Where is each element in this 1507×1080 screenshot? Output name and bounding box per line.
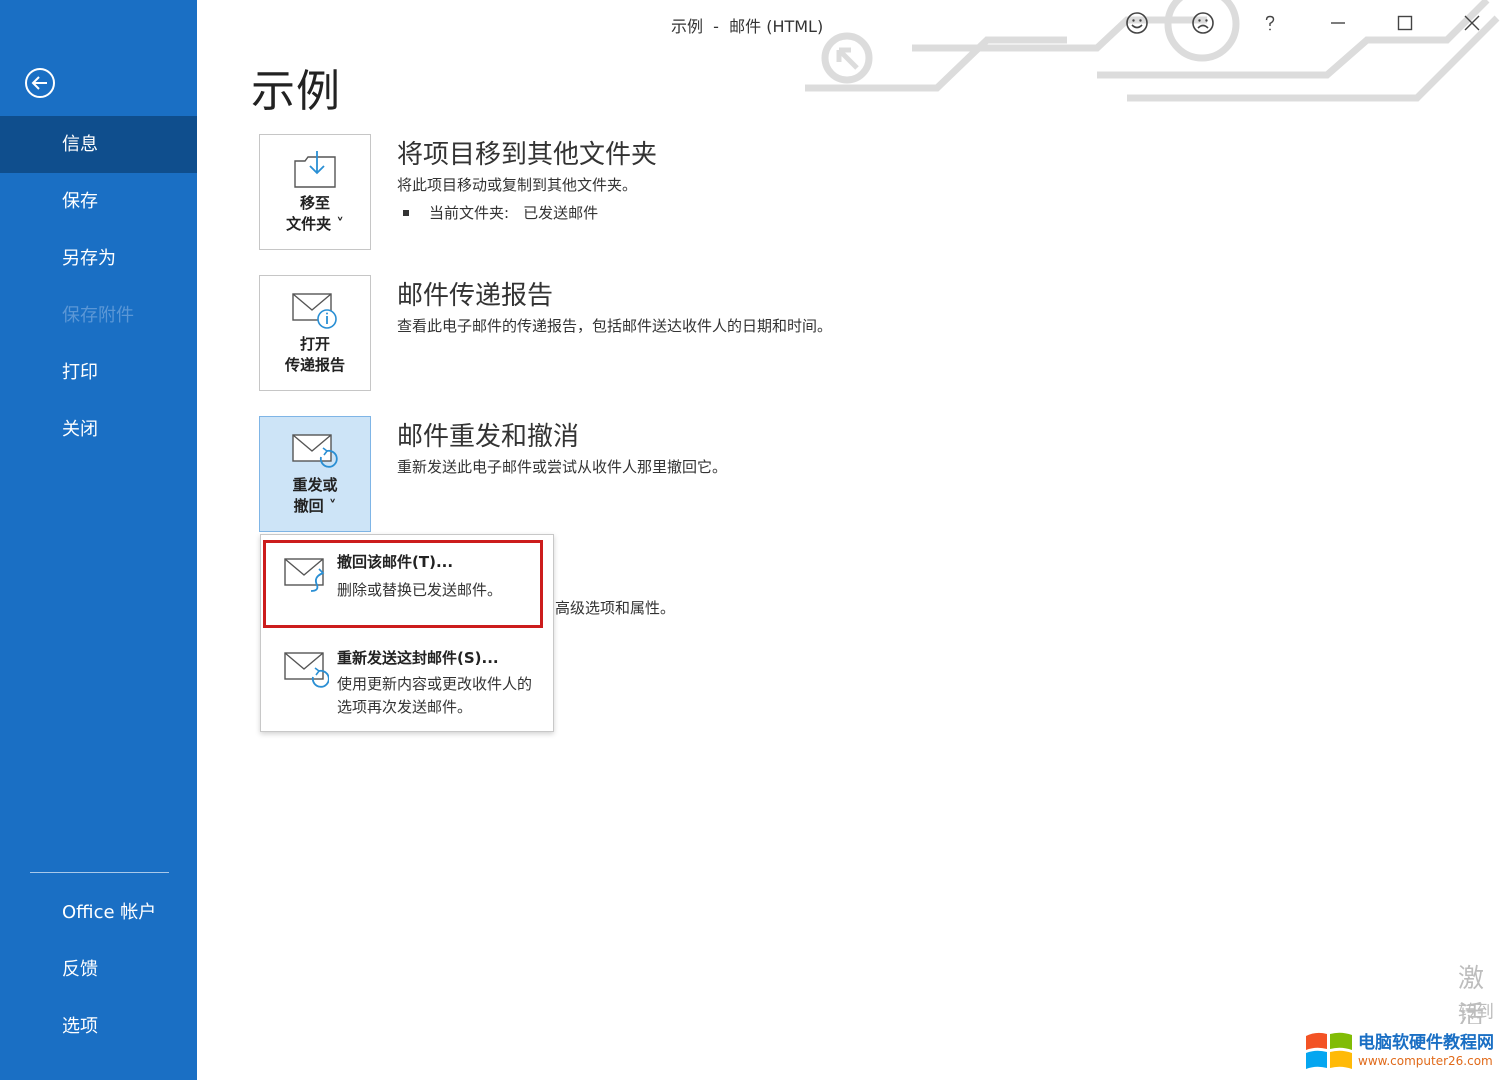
sidebar-item-save-as[interactable]: 另存为 [0,230,197,287]
current-folder-info: 当前文件夹: 已发送邮件 [403,202,598,223]
properties-desc-fragment: 高级选项和属性。 [555,599,676,617]
mail-resend-icon [292,434,338,468]
sidebar-item-info[interactable]: 信息 [0,116,197,173]
smile-icon[interactable] [1121,8,1153,38]
mail-resend-menu-icon [284,652,329,688]
current-folder-value: 已发送邮件 [523,204,599,222]
resend-section-title: 邮件重发和撤消 [397,422,580,452]
windows-logo-icon [1306,1032,1352,1069]
resend-recall-dropdown: 撤回该邮件(T)... 删除或替换已发送邮件。 重新发送这封邮件(S)... 使… [260,534,554,732]
sidebar-divider [30,872,169,873]
resend-desc: 使用更新内容或更改收件人的选项再次发送邮件。 [337,675,533,716]
site-watermark: 电脑软硬件教程网 www.computer26.com [1302,1024,1507,1080]
backstage-sidebar: 信息 保存 另存为 保存附件 打印 关闭 Office 帐户 反馈 选项 [0,0,197,1080]
menu-item-recall-message[interactable]: 撤回该邮件(T)... 删除或替换已发送邮件。 [261,539,553,629]
recall-title: 撤回该邮件(T)... [337,553,454,571]
mail-recall-icon [284,558,325,592]
sidebar-item-office-account[interactable]: Office 帐户 [0,884,197,941]
help-icon[interactable] [1254,8,1286,38]
report-section-title: 邮件传递报告 [397,281,554,311]
sidebar-item-options[interactable]: 选项 [0,998,197,1055]
move-button-line1: 移至 [299,194,330,212]
bullet-icon [403,209,409,216]
mail-info-icon [292,293,337,329]
page-title: 示例 [251,66,341,117]
sidebar-item-print[interactable]: 打印 [0,344,197,401]
backstage-main: 示例 - 邮件 (HTML) 示例 移至 文件夹 ˅ 将项目移到其他文件夹 将此… [197,0,1507,1080]
move-to-folder-button[interactable]: 移至 文件夹 ˅ [259,134,371,250]
menu-item-resend-message[interactable]: 重新发送这封邮件(S)... 使用更新内容或更改收件人的选项再次发送邮件。 [261,633,553,729]
sidebar-item-close[interactable]: 关闭 [0,401,197,458]
recall-desc: 删除或替换已发送邮件。 [337,581,503,599]
move-folder-icon [294,151,336,188]
report-button-line1: 打开 [299,335,330,353]
back-arrow-icon[interactable] [24,67,56,99]
watermark-url: www.computer26.com [1358,1054,1493,1068]
resend-title: 重新发送这封邮件(S)... [337,649,499,667]
move-section-title: 将项目移到其他文件夹 [397,140,658,170]
sidebar-nav: 信息 保存 另存为 保存附件 打印 关闭 [0,116,197,458]
resend-or-recall-button[interactable]: 重发或 撤回 ˅ [259,416,371,532]
sidebar-bottom-nav: Office 帐户 反馈 选项 [0,884,197,1055]
resend-button-line2: 撤回 ˅ [293,497,337,515]
minimize-icon[interactable] [1322,8,1354,38]
move-section-desc: 将此项目移动或复制到其他文件夹。 [397,176,638,194]
sidebar-item-save[interactable]: 保存 [0,173,197,230]
move-button-line2: 文件夹 ˅ [286,215,344,233]
open-delivery-report-button[interactable]: 打开 传递报告 [259,275,371,391]
resend-button-line1: 重发或 [292,476,338,494]
report-button-line2: 传递报告 [284,356,345,374]
window-title: 示例 - 邮件 (HTML) [671,17,824,36]
report-section-desc: 查看此电子邮件的传递报告，包括邮件送达收件人的日期和时间。 [397,317,833,335]
frown-icon[interactable] [1187,8,1219,38]
maximize-icon[interactable] [1389,8,1421,38]
close-icon[interactable] [1456,8,1488,38]
resend-section-desc: 重新发送此电子邮件或尝试从收件人那里撤回它。 [397,458,728,476]
sidebar-item-save-attachments: 保存附件 [62,305,134,326]
watermark-title: 电脑软硬件教程网 [1358,1033,1494,1053]
sidebar-item-feedback[interactable]: 反馈 [0,941,197,998]
activate-windows-subtext: 转到 [1458,1002,1494,1023]
current-folder-label: 当前文件夹: [429,204,510,222]
